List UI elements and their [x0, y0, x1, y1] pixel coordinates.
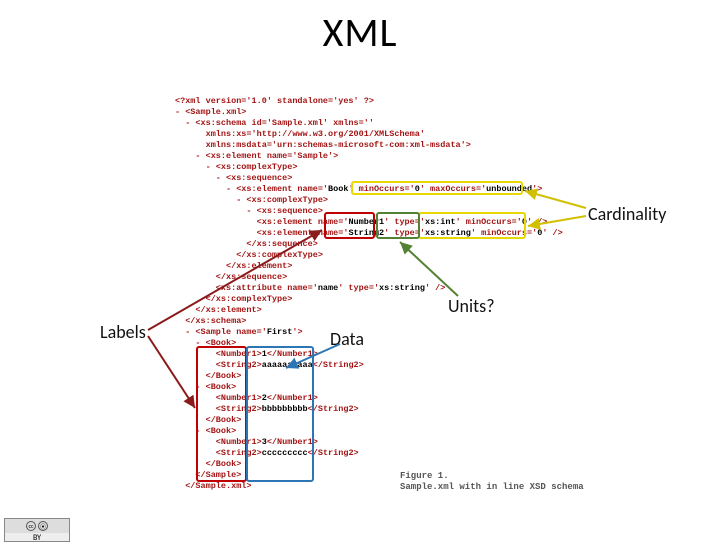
annotation-cardinality: Cardinality — [588, 203, 666, 225]
cc-by-label: BY — [5, 533, 69, 543]
annotation-labels: Labels — [100, 321, 146, 343]
cc-by-badge: cc ⦿ BY — [4, 518, 70, 542]
by-person-icon: ⦿ — [38, 521, 48, 531]
cardinality-highlight-1 — [351, 181, 523, 195]
caption-line-2: Sample.xml with in line XSD schema — [400, 482, 584, 493]
caption-line-1: Figure 1. — [400, 471, 584, 482]
annotation-units: Units? — [448, 295, 495, 317]
labels-highlight-tags — [196, 346, 247, 482]
data-highlight-values — [246, 346, 314, 482]
slide-title: XML — [0, 8, 720, 57]
labels-highlight-names — [324, 212, 375, 239]
annotation-data: Data — [330, 328, 364, 350]
figure-caption: Figure 1. Sample.xml with in line XSD sc… — [400, 471, 584, 493]
cc-icon: cc — [26, 521, 36, 531]
cardinality-highlight-2 — [418, 212, 526, 239]
units-highlight-types — [376, 212, 420, 239]
